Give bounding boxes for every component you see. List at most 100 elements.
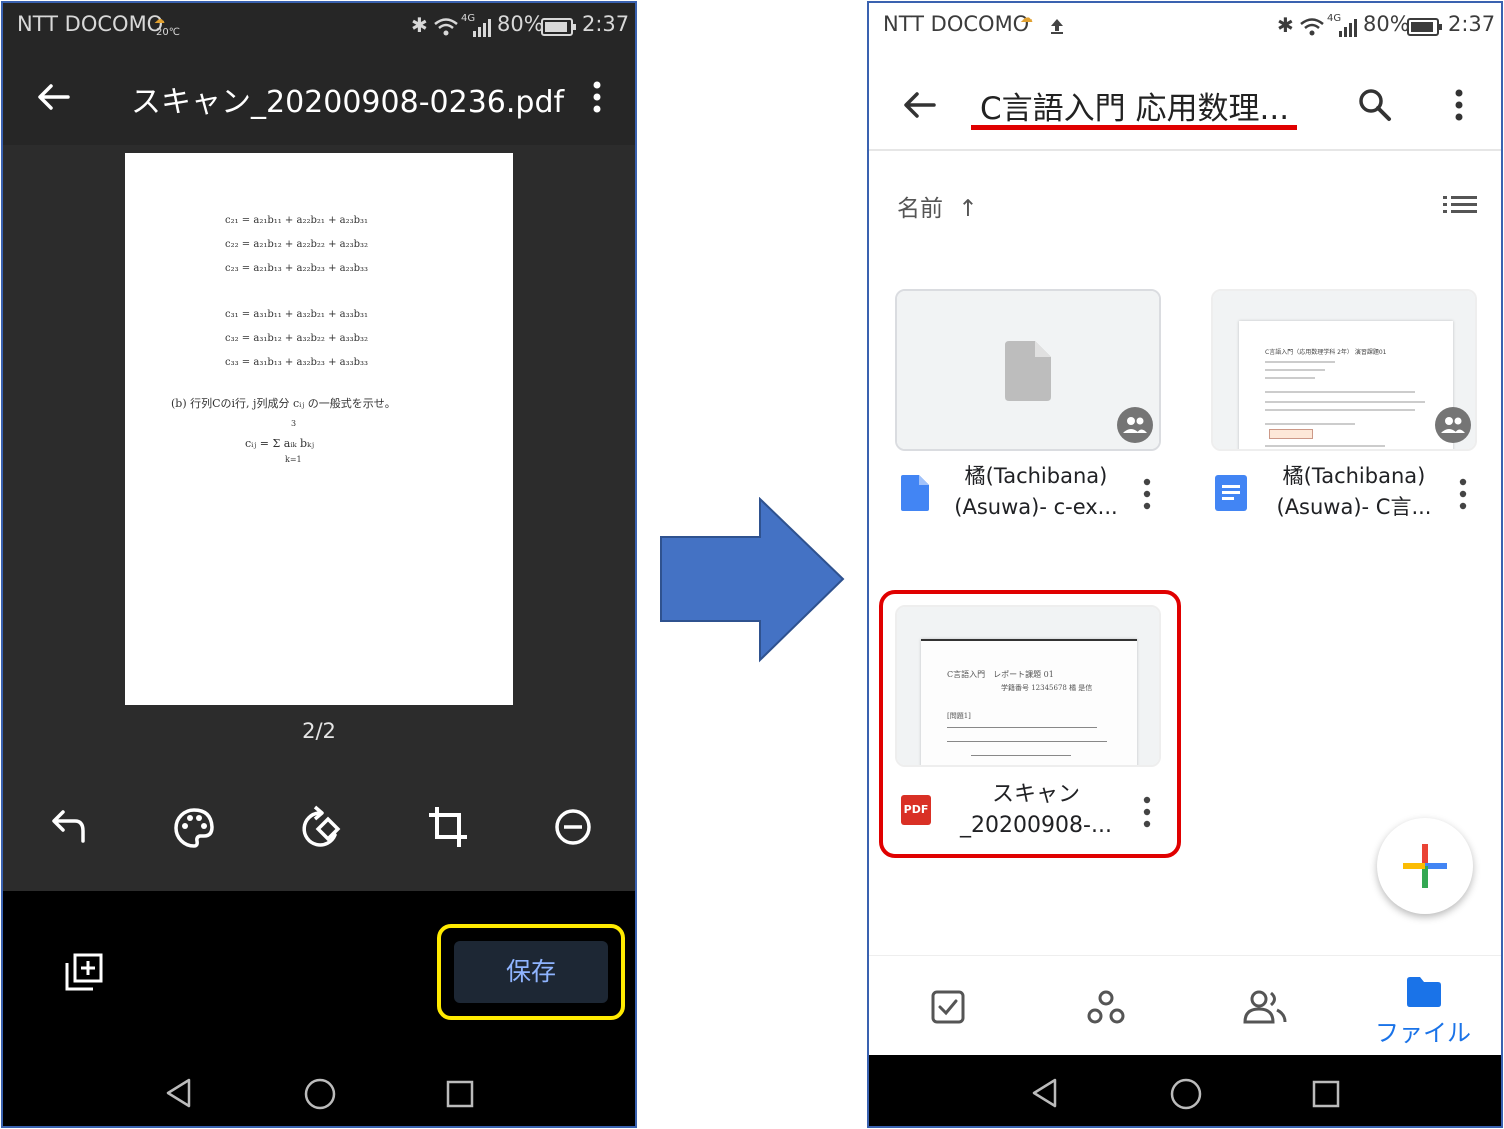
status-bar: NTT DOCOMO ☁ ✱ 4G 80% 2:37 (869, 3, 1501, 51)
signal-icon (473, 19, 491, 37)
nav-home-icon[interactable] (303, 1077, 337, 1111)
wifi-icon (1300, 18, 1324, 36)
title-highlight-underline (971, 125, 1297, 130)
appbar-divider (869, 149, 1501, 151)
bluetooth-icon: ✱ (1277, 13, 1294, 37)
file-more-icon[interactable] (1457, 477, 1469, 511)
battery-percent: 80% (497, 12, 544, 36)
equation-line: c₃₂ = a₃₁b₁₂ + a₃₂b₂₂ + a₃₃b₃₂ (225, 333, 369, 344)
equation-line: c₂₂ = a₂₁b₁₂ + a₂₂b₂₂ + a₂₃b₃₂ (225, 239, 369, 250)
file-more-icon[interactable] (1141, 477, 1153, 511)
preview-line (1265, 423, 1355, 425)
bluetooth-icon: ✱ (411, 13, 428, 37)
undo-icon[interactable] (47, 807, 89, 847)
preview-line (1265, 377, 1315, 379)
nav-back-icon[interactable] (163, 1077, 195, 1109)
shared-people-icon (1435, 407, 1471, 443)
file-name-2[interactable]: 橘(Tachibana) (Asuwa)- C言... (1259, 461, 1449, 523)
scan-preview-area: c₂₁ = a₂₁b₁₁ + a₂₂b₂₁ + a₂₃b₃₁ c₂₂ = a₂₁… (3, 145, 635, 891)
nav-recents-icon[interactable] (445, 1079, 475, 1109)
palette-icon[interactable] (173, 807, 215, 849)
sum-upper-limit: 3 (291, 419, 297, 428)
docs-icon (1215, 475, 1247, 511)
sum-lower-limit: k=1 (285, 455, 302, 464)
scanned-page: c₂₁ = a₂₁b₁₁ + a₂₂b₂₁ + a₂₃b₃₁ c₂₂ = a₂₁… (125, 153, 513, 705)
signal-icon (1339, 19, 1357, 37)
clock: 2:37 (582, 12, 630, 36)
add-page-icon[interactable] (65, 953, 103, 991)
file-name-line: (Asuwa)- c-ex... (954, 495, 1118, 519)
workspaces-icon[interactable] (1087, 990, 1125, 1024)
equation-line: c₂₁ = a₂₁b₁₁ + a₂₂b₂₁ + a₂₃b₃₁ (225, 215, 369, 226)
more-vert-icon[interactable] (1451, 87, 1467, 123)
file-thumbnail-2[interactable]: C言語入門（応用数理学科 2年） 演習課題01 (1211, 289, 1477, 451)
equation-line: c₃₃ = a₃₁b₁₃ + a₃₂b₂₃ + a₃₃b₃₃ (225, 357, 369, 368)
new-file-highlight-frame (879, 590, 1181, 858)
right-phone-screen: NTT DOCOMO ☁ ✱ 4G 80% 2:37 C言語入門 応用数理... (867, 1, 1503, 1128)
general-formula: cᵢⱼ = Σ aᵢₖ bₖⱼ (245, 437, 315, 450)
priority-check-icon[interactable] (931, 990, 965, 1024)
files-tab-label[interactable]: ファイル (1375, 1013, 1471, 1048)
bottom-navigation: ファイル (869, 955, 1501, 1055)
preview-line (1265, 409, 1415, 411)
delete-page-icon[interactable] (553, 807, 593, 847)
create-new-button[interactable] (1377, 818, 1473, 914)
file-name-1[interactable]: 橘(Tachibana) (Asuwa)- c-ex... (941, 461, 1131, 523)
nav-back-icon[interactable] (1029, 1077, 1061, 1109)
document-preview: C言語入門（応用数理学科 2年） 演習課題01 (1239, 321, 1453, 449)
carrier-name: NTT DOCOMO (17, 12, 164, 36)
back-arrow-icon[interactable] (35, 79, 71, 115)
status-bar: NTT DOCOMO ☁ 20℃ ✱ 4G 80% 2:37 (3, 3, 635, 51)
folder-icon[interactable] (1405, 976, 1443, 1008)
equation-line: c₃₁ = a₃₁b₁₁ + a₃₂b₂₁ + a₃₃b₃₁ (225, 309, 369, 320)
equation-group-1: c₂₁ = a₂₁b₁₁ + a₂₂b₂₁ + a₂₃b₃₁ c₂₂ = a₂₁… (225, 209, 368, 281)
nav-home-icon[interactable] (1169, 1077, 1203, 1111)
save-button[interactable]: 保存 (454, 941, 608, 1003)
battery-percent: 80% (1363, 12, 1410, 36)
file-thumbnail-1[interactable] (895, 289, 1161, 451)
generic-file-icon (1005, 341, 1051, 401)
preview-line (1265, 391, 1415, 393)
preview-line (1265, 401, 1425, 403)
shared-people-icon (1117, 407, 1153, 443)
app-bar: スキャン_20200908-0236.pdf (3, 51, 635, 145)
document-title: スキャン_20200908-0236.pdf (131, 85, 565, 120)
file-name-line: 橘(Tachibana) (964, 464, 1108, 488)
question-text: (b) 行列Cのi行, j列成分 cᵢⱼ の一般式を示せ。 (171, 397, 396, 410)
upload-icon (1051, 19, 1063, 34)
crop-icon[interactable] (427, 805, 469, 849)
shared-icon[interactable] (1243, 990, 1287, 1024)
more-vert-icon[interactable] (589, 79, 605, 115)
plus-icon (1403, 844, 1447, 888)
left-phone-screen: NTT DOCOMO ☁ 20℃ ✱ 4G 80% 2:37 スキャン_2020… (1, 1, 637, 1128)
weather-temp: 20℃ (156, 27, 180, 38)
rotate-icon[interactable] (299, 805, 343, 851)
folder-title[interactable]: C言語入門 応用数理... (980, 83, 1289, 128)
system-nav-bar (3, 1055, 635, 1126)
file-name-line: 橘(Tachibana) (1282, 464, 1426, 488)
equation-line: c₂₃ = a₂₁b₁₃ + a₂₂b₂₃ + a₂₃b₃₃ (225, 263, 369, 274)
system-nav-bar (869, 1055, 1501, 1126)
preview-title: C言語入門（応用数理学科 2年） 演習課題01 (1265, 349, 1387, 356)
transition-arrow-icon (660, 497, 845, 663)
clock: 2:37 (1448, 12, 1496, 36)
weather-icon: ☁ (154, 13, 165, 26)
file-type-icon (901, 475, 929, 511)
file-name-line: (Asuwa)- C言... (1276, 495, 1432, 519)
equation-group-2: c₃₁ = a₃₁b₁₁ + a₃₂b₂₁ + a₃₃b₃₁ c₃₂ = a₃₁… (225, 303, 368, 375)
back-arrow-icon[interactable] (901, 87, 937, 123)
wifi-icon (434, 18, 458, 36)
sort-selector[interactable]: 名前 ↑ (897, 189, 978, 223)
battery-icon (1407, 18, 1442, 36)
weather-icon: ☁ (1020, 11, 1033, 26)
search-icon[interactable] (1357, 87, 1393, 123)
page-indicator: 2/2 (302, 719, 336, 743)
nav-recents-icon[interactable] (1311, 1079, 1341, 1109)
sort-arrow-icon: ↑ (958, 196, 978, 222)
preview-line (1265, 361, 1335, 363)
preview-line (1265, 445, 1385, 447)
list-view-icon[interactable] (1443, 193, 1477, 217)
carrier-name: NTT DOCOMO (883, 12, 1030, 36)
battery-icon (541, 18, 576, 36)
preview-line (1265, 369, 1325, 371)
